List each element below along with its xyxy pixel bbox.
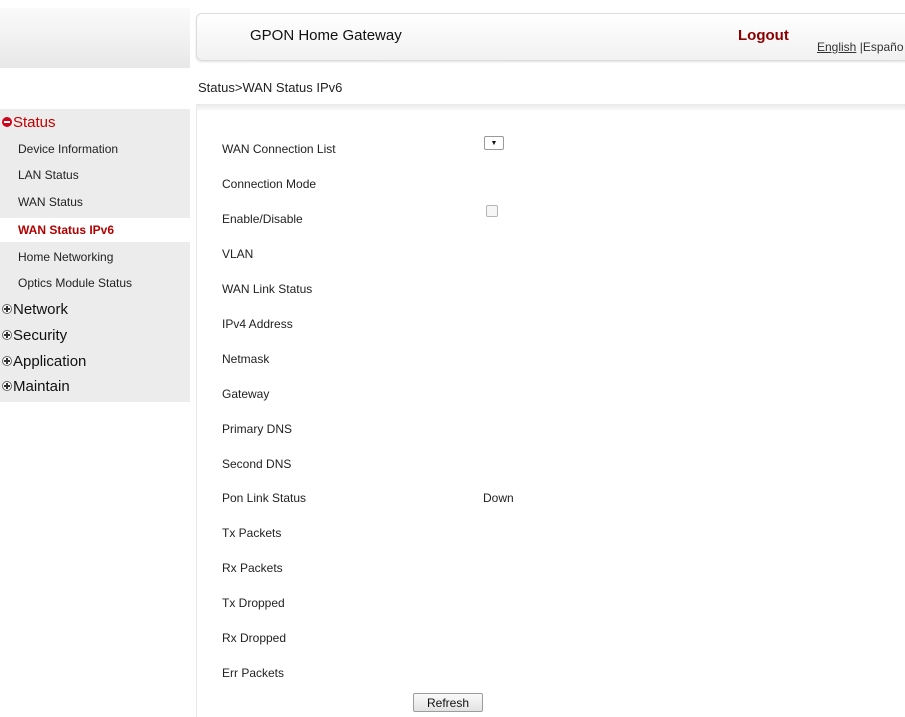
- label-pon-link-status: Pon Link Status: [222, 491, 307, 505]
- nav-group-label: Network: [13, 300, 69, 318]
- enable-checkbox[interactable]: [486, 205, 498, 217]
- nav-group-network[interactable]: Network: [0, 297, 68, 321]
- language-switcher: English |Españo: [817, 40, 904, 54]
- nav-group-security[interactable]: Security: [0, 323, 67, 347]
- nav-group-application[interactable]: Application: [0, 349, 86, 373]
- nav-group-label: Maintain: [13, 377, 70, 395]
- label-err-packets: Err Packets: [222, 666, 285, 680]
- label-rx-packets: Rx Packets: [222, 561, 283, 575]
- content-border: [196, 108, 197, 717]
- content-divider: [196, 104, 905, 110]
- sidebar-item-device-information[interactable]: Device Information: [0, 137, 190, 161]
- sidebar-item-wan-status[interactable]: WAN Status: [0, 190, 190, 214]
- label-gateway: Gateway: [222, 387, 270, 401]
- label-second-dns: Second DNS: [222, 457, 292, 471]
- label-tx-packets: Tx Packets: [222, 526, 282, 540]
- lang-english-link[interactable]: English: [817, 40, 856, 54]
- label-enable-disable: Enable/Disable: [222, 212, 303, 226]
- collapse-icon: [2, 117, 12, 127]
- label-tx-dropped: Tx Dropped: [222, 596, 285, 610]
- sidebar-item-optics-module-status[interactable]: Optics Module Status: [0, 271, 190, 295]
- label-primary-dns: Primary DNS: [222, 422, 293, 436]
- label-vlan: VLAN: [222, 247, 254, 261]
- expand-icon: [2, 304, 12, 314]
- breadcrumb: Status>WAN Status IPv6: [198, 80, 343, 95]
- label-netmask: Netmask: [222, 352, 270, 366]
- expand-icon: [2, 356, 12, 366]
- nav-group-maintain[interactable]: Maintain: [0, 374, 70, 398]
- nav-group-label: Status: [13, 113, 56, 131]
- nav-group-label: Security: [13, 326, 68, 344]
- logout-link[interactable]: Logout: [738, 27, 789, 44]
- value-pon-link-status: Down: [483, 491, 514, 505]
- sidebar-item-wan-status-ipv6[interactable]: WAN Status IPv6: [0, 218, 190, 242]
- nav-group-label: Application: [13, 352, 87, 370]
- expand-icon: [2, 330, 12, 340]
- sidebar-item-lan-status[interactable]: LAN Status: [0, 163, 190, 187]
- label-rx-dropped: Rx Dropped: [222, 631, 287, 645]
- label-wan-connection-list: WAN Connection List: [222, 142, 336, 156]
- wan-connection-select[interactable]: ▼: [484, 136, 504, 150]
- label-wan-link-status: WAN Link Status: [222, 282, 313, 296]
- sidebar-item-home-networking[interactable]: Home Networking: [0, 245, 190, 269]
- label-connection-mode: Connection Mode: [222, 177, 317, 191]
- app-title: GPON Home Gateway: [250, 27, 402, 44]
- refresh-button[interactable]: Refresh: [413, 693, 483, 712]
- expand-icon: [2, 381, 12, 391]
- label-ipv4-address: IPv4 Address: [222, 317, 293, 331]
- nav-group-status[interactable]: Status: [0, 110, 56, 134]
- sidebar-top-bar: [0, 8, 190, 68]
- lang-espanol-link[interactable]: Españo: [863, 40, 904, 54]
